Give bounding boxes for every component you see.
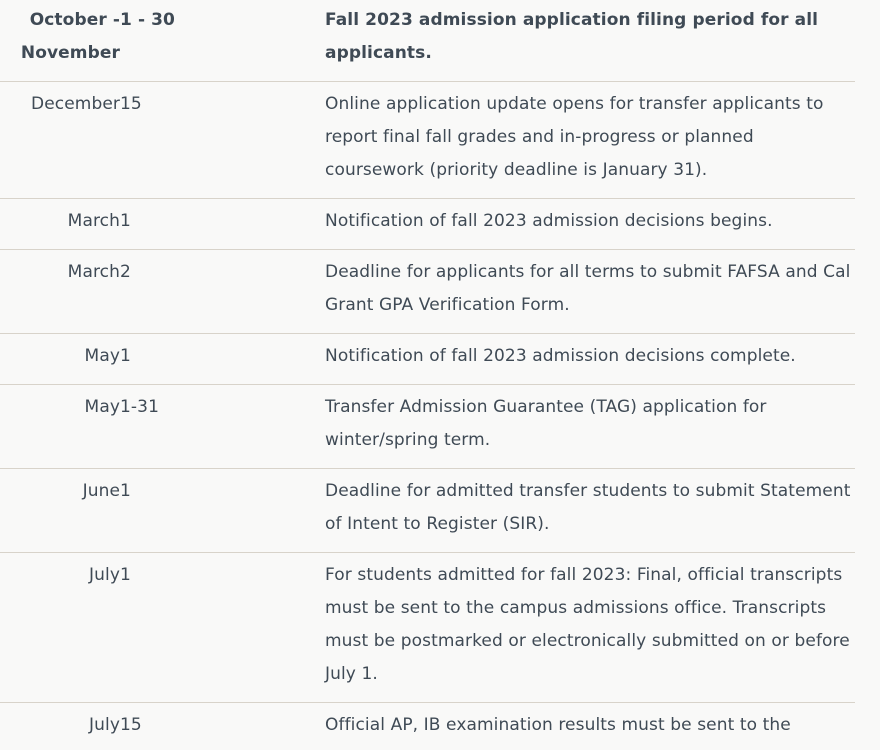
cell-month: December (31, 94, 120, 114)
cell-description: Fall 2023 admission application filing p… (325, 10, 819, 63)
cell-day: 2 (120, 262, 131, 282)
cell-description: Notification of fall 2023 admission deci… (325, 346, 796, 366)
cell-day: 1 (120, 211, 131, 231)
cell-day: 15 (120, 715, 142, 735)
table-row: March 2 Deadline for applicants for all te… (0, 250, 855, 334)
table-row: July 1 For students admitted for fall 2023… (0, 553, 855, 703)
deadline-table: October - November 1 - 30 Fall 2023 admiss… (0, 0, 855, 750)
cell-description: Official AP, IB examination results must… (325, 715, 836, 750)
table-row: June 1 Deadline for admitted transfer stud… (0, 469, 855, 553)
cell-description: Transfer Admission Guarantee (TAG) appli… (325, 397, 767, 450)
cell-month: March (67, 211, 120, 231)
cell-day: 1-31 (120, 397, 159, 417)
cell-description: Online application update opens for tran… (325, 94, 824, 180)
cell-day: 1 - 30 (120, 10, 175, 30)
cell-month: July (89, 715, 120, 735)
cell-day: 1 (120, 481, 131, 501)
cell-month: March (67, 262, 120, 282)
cell-description: Deadline for admitted transfer students … (325, 481, 851, 534)
table-row: May 1-31 Transfer Admission Guarantee (TAG… (0, 385, 855, 469)
table-row: July 15 Official AP, IB examination result… (0, 703, 855, 750)
table-row: May 1 Notification of fall 2023 admission … (0, 334, 855, 385)
cell-day: 15 (120, 94, 142, 114)
cell-month: July (89, 565, 120, 585)
cell-month: June (82, 481, 120, 501)
cell-month: October - November (20, 10, 120, 63)
table-row: March 1 Notification of fall 2023 admissio… (0, 199, 855, 250)
deadline-table-body: October - November 1 - 30 Fall 2023 admiss… (0, 0, 855, 750)
table-row: December 15 Online application update open… (0, 82, 855, 199)
cell-day: 1 (120, 565, 131, 585)
cell-description: For students admitted for fall 2023: Fin… (325, 565, 850, 684)
cell-month: May (84, 346, 120, 366)
cell-description: Deadline for applicants for all terms to… (325, 262, 851, 315)
table-row: October - November 1 - 30 Fall 2023 admiss… (0, 0, 855, 82)
cell-month: May (84, 397, 120, 417)
cell-description: Notification of fall 2023 admission deci… (325, 211, 773, 231)
cell-day: 1 (120, 346, 131, 366)
